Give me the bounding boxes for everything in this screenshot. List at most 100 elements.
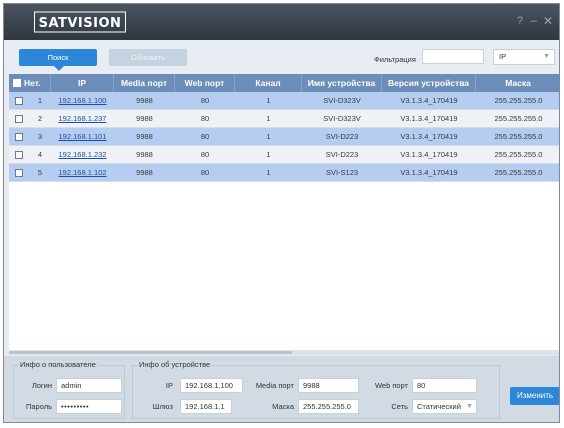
filter-type-select[interactable]: IP ▼	[493, 49, 555, 65]
cell-ip[interactable]: 192.168.1.101	[51, 128, 114, 145]
cell-no: 4	[37, 150, 43, 159]
satvision-logo: SATVISION	[34, 10, 126, 34]
cell-media-port: 9988	[136, 150, 153, 159]
user-info-group: Инфо о пользователе Логин admin Пароль •…	[13, 360, 125, 419]
cell-ip[interactable]: 192.168.1.232	[51, 146, 114, 163]
col-device-name[interactable]: Имя устройства	[302, 74, 382, 92]
ip-label: IP	[165, 381, 173, 390]
gateway-label: Шлюз	[152, 402, 173, 411]
row-checkbox[interactable]	[15, 168, 23, 177]
table-row[interactable]: 2 192.168.1.237 9988 80 1 SVI-D323V V3.1.3.4_1…	[9, 110, 559, 128]
col-channel[interactable]: Канал	[235, 74, 302, 92]
cell-media-port: 9988	[136, 132, 153, 141]
row-checkbox-cell	[9, 110, 29, 127]
select-all-checkbox[interactable]	[13, 79, 21, 87]
filter-type-value: IP	[499, 52, 507, 61]
header-select-all[interactable]: Нет.	[9, 74, 51, 92]
table-body: 1 192.168.1.100 9988 80 1 SVI-D323V V3.1.3.4_1…	[9, 92, 559, 182]
col-web-port[interactable]: Web порт	[175, 74, 235, 92]
change-button[interactable]: Изменить	[510, 387, 559, 405]
cell-device-version: V3.1.3.4_170419	[400, 150, 458, 159]
toolbar: Поиск Обновить Фильтрация IP ▼	[4, 40, 559, 74]
cell-ip[interactable]: 192.168.1.102	[51, 164, 114, 181]
row-checkbox[interactable]	[15, 132, 23, 141]
cell-device-name: SVI-D223	[325, 150, 359, 159]
app-window: SATVISION ? – ✕ Поиск Обновить Фильтраци…	[3, 3, 560, 423]
chevron-down-icon: ▼	[543, 53, 550, 60]
filter-input[interactable]	[422, 49, 484, 64]
row-checkbox[interactable]	[15, 114, 23, 123]
col-ip[interactable]: IP	[51, 74, 114, 92]
col-mask[interactable]: Маска	[476, 74, 559, 92]
cell-device-name: SVI-D223	[325, 132, 359, 141]
svg-text:SATVISION: SATVISION	[39, 16, 122, 31]
cell-media-port: 9988	[136, 96, 153, 105]
login-label: Логин	[31, 381, 52, 390]
cell-device-name: SVI-D323V	[323, 114, 361, 123]
table-row[interactable]: 4 192.168.1.232 9988 80 1 SVI-D223 V3.1.3.4_17…	[9, 146, 559, 164]
cell-web-port: 80	[200, 132, 210, 141]
device-info-group: Инфо об устройстве IP 192.168.1.100 Medi…	[132, 360, 500, 419]
cell-mask: 255.255.255.0	[494, 96, 543, 105]
table-row[interactable]: 5 192.168.1.102 9988 80 1 SVI-S123 V3.1.3.4_17…	[9, 164, 559, 182]
cell-media-port: 9988	[136, 168, 153, 177]
row-checkbox-cell	[9, 128, 29, 145]
title-bar: SATVISION ? – ✕	[4, 4, 559, 40]
device-info-legend: Инфо об устройстве	[137, 360, 213, 369]
cell-device-version: V3.1.3.4_170419	[400, 96, 458, 105]
minimize-button[interactable]: –	[531, 14, 537, 28]
help-button[interactable]: ?	[517, 14, 523, 28]
row-checkbox-cell	[9, 146, 29, 163]
chevron-down-icon: ▼	[466, 403, 473, 410]
cell-device-version: V3.1.3.4_170419	[400, 132, 458, 141]
ip-field[interactable]: 192.168.1.100	[180, 378, 243, 393]
cell-channel: 1	[266, 168, 271, 177]
horizontal-scrollbar[interactable]	[9, 350, 559, 355]
network-select[interactable]: Статический ▼	[412, 399, 477, 414]
device-table: Нет. IP Media порт Web порт Канал Имя ус…	[9, 74, 559, 350]
cell-device-version: V3.1.3.4_170419	[400, 114, 458, 123]
close-button[interactable]: ✕	[543, 14, 553, 28]
cell-mask: 255.255.255.0	[494, 150, 543, 159]
cell-channel: 1	[266, 114, 271, 123]
table-header: Нет. IP Media порт Web порт Канал Имя ус…	[9, 74, 559, 92]
search-button[interactable]: Поиск	[19, 49, 97, 66]
login-field[interactable]: admin	[56, 378, 122, 393]
filter-label: Фильтрация	[374, 55, 416, 64]
cell-device-name: SVI-D323V	[323, 96, 361, 105]
row-checkbox-cell	[9, 92, 29, 109]
cell-web-port: 80	[200, 96, 210, 105]
user-info-legend: Инфо о пользователе	[18, 360, 98, 369]
cell-mask: 255.255.255.0	[494, 168, 543, 177]
scrollbar-thumb[interactable]	[9, 351, 292, 354]
cell-no: 1	[37, 96, 43, 105]
cell-channel: 1	[266, 96, 271, 105]
table-row[interactable]: 3 192.168.1.101 9988 80 1 SVI-D223 V3.1.3.4_17…	[9, 128, 559, 146]
gateway-field[interactable]: 192.168.1.1	[180, 399, 232, 414]
cell-mask: 255.255.255.0	[494, 114, 543, 123]
table-row[interactable]: 1 192.168.1.100 9988 80 1 SVI-D323V V3.1.3.4_1…	[9, 92, 559, 110]
web-port-label: Web порт	[374, 381, 408, 390]
cell-channel: 1	[266, 150, 271, 159]
col-media-port[interactable]: Media порт	[114, 74, 175, 92]
cell-media-port: 9988	[136, 114, 153, 123]
cell-ip[interactable]: 192.168.1.100	[51, 92, 114, 109]
password-field[interactable]: •••••••••	[56, 399, 122, 414]
cell-web-port: 80	[200, 150, 210, 159]
row-checkbox-cell	[9, 164, 29, 181]
col-no: Нет.	[24, 78, 41, 88]
col-device-version[interactable]: Версия устройства	[382, 74, 476, 92]
media-port-label: Media порт	[255, 381, 294, 390]
info-panel: Инфо о пользователе Логин admin Пароль •…	[4, 356, 559, 422]
mask-field[interactable]: 255.255.255.0	[298, 399, 359, 414]
row-checkbox[interactable]	[15, 150, 23, 159]
web-port-field[interactable]: 80	[412, 378, 477, 393]
refresh-button[interactable]: Обновить	[109, 49, 187, 66]
network-label: Сеть	[391, 402, 408, 411]
cell-web-port: 80	[200, 114, 210, 123]
cell-channel: 1	[266, 132, 271, 141]
media-port-field[interactable]: 9988	[298, 378, 359, 393]
cell-ip[interactable]: 192.168.1.237	[51, 110, 114, 127]
row-checkbox[interactable]	[15, 96, 23, 105]
network-select-value: Статический	[417, 402, 461, 411]
